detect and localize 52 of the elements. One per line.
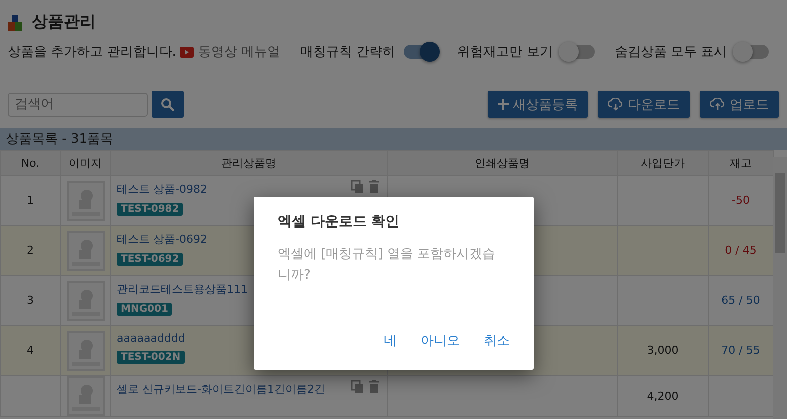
toggle-switch[interactable] — [735, 45, 770, 59]
download-button[interactable]: 다운로드 — [598, 91, 690, 118]
search-icon — [161, 98, 175, 112]
product-code-tag: MNG001 — [117, 303, 172, 316]
table-cell: 4,200 — [618, 376, 708, 416]
page-description: 상품을 추가하고 관리합니다. — [8, 44, 176, 61]
dialog-title: 엑셀 다운로드 확인 — [278, 213, 401, 231]
toggle-label: 매칭규칙 간략히 — [300, 44, 396, 61]
table-cell: 4 — [0, 326, 60, 376]
page-title: 상품관리 — [32, 12, 96, 33]
video-manual-link[interactable]: 동영상 메뉴얼 — [198, 43, 281, 61]
product-code-tag: TEST-002N — [117, 351, 185, 364]
no-image-placeholder — [66, 280, 104, 320]
column-header: 사입단가 — [618, 150, 708, 176]
copy-delete-icons[interactable] — [351, 180, 381, 193]
product-name-link[interactable]: 테스트 상품-0982 — [117, 182, 381, 197]
stock-value: 70 / 55 — [722, 344, 760, 357]
search-field[interactable]: 검색어 — [8, 92, 148, 116]
stock-value: 0 / 45 — [725, 244, 757, 257]
search-button[interactable] — [152, 91, 184, 118]
scrollbar[interactable] — [773, 157, 787, 419]
table-cell: 2 — [0, 226, 60, 276]
dialog-button[interactable]: 아니오 — [413, 328, 468, 354]
add-button[interactable]: 새상품등록 — [488, 91, 588, 118]
toggle-label: 숨김상품 모두 표시 — [614, 44, 728, 61]
no-image-placeholder — [66, 330, 104, 370]
toggle-label: 위험재고만 보기 — [458, 44, 553, 61]
column-header: No. — [0, 150, 60, 176]
video-play-icon — [180, 46, 194, 58]
stock-value: -50 — [732, 194, 750, 207]
blocks-logo-icon — [8, 14, 24, 30]
cloud-upload-icon — [710, 98, 726, 111]
toggle-switch[interactable] — [404, 45, 438, 59]
product-code-tag: TEST-0692 — [117, 253, 184, 266]
product-code-tag: TEST-0982 — [117, 203, 184, 216]
no-image-placeholder — [66, 230, 104, 270]
stock-value: 65 / 50 — [722, 294, 760, 307]
cloud-download-icon — [608, 98, 624, 111]
no-image-placeholder — [66, 180, 104, 220]
upload-button[interactable]: 업로드 — [700, 91, 779, 118]
list-title: 상품목록 - 31품목 — [0, 128, 787, 150]
dialog-message: 엑셀에 [매칭규칙] 열을 포함하시겠습니까? — [278, 246, 497, 285]
plus-icon — [498, 99, 509, 110]
column-header: 재고 — [708, 150, 774, 176]
dialog-button[interactable]: 네 — [376, 328, 405, 354]
copy-delete-icons[interactable] — [351, 380, 381, 393]
column-header: 인쇄상품명 — [388, 150, 618, 176]
toggle-switch[interactable] — [560, 45, 595, 59]
column-header: 이미지 — [60, 150, 110, 176]
column-header: 관리상품명 — [110, 150, 388, 176]
dialog-button[interactable]: 취소 — [476, 328, 518, 354]
table-cell: 3,000 — [618, 326, 708, 376]
